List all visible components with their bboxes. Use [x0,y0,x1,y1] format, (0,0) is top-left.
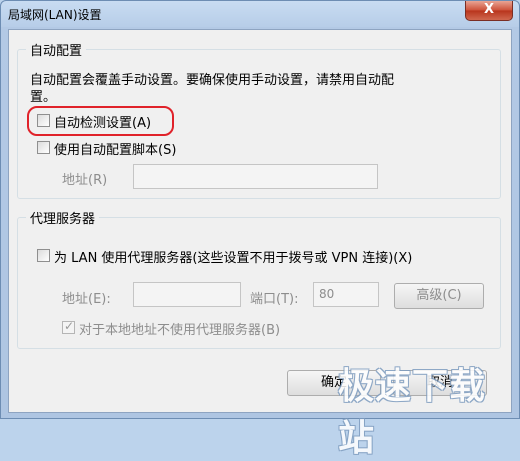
proxy-address-input[interactable] [133,282,241,307]
use-proxy-checkbox[interactable] [37,249,50,262]
bypass-local-checkbox[interactable]: ✓ [62,319,75,334]
bypass-local-label[interactable]: 对于本地地址不使用代理服务器(B) [79,319,280,338]
use-script-label[interactable]: 使用自动配置脚本(S) [54,139,176,158]
window-title: 局域网(LAN)设置 [8,8,102,22]
proxy-group-title: 代理服务器 [26,208,100,227]
dialog-body: 自动配置 自动配置会覆盖手动设置。要确保使用手动设置，请禁用自动配 置。 自动检… [8,29,512,413]
proxy-port-label: 端口(T): [250,292,299,307]
checkmark-icon: ✓ [64,319,75,333]
lan-settings-window: 局域网(LAN)设置 X 自动配置 自动配置会覆盖手动设置。要确保使用手动设置，… [0,0,520,459]
auto-config-description-line2: 置。 [30,90,57,105]
use-script-checkbox[interactable] [37,141,50,154]
watermark-logo: 极速下载站 [338,366,487,459]
use-proxy-label[interactable]: 为 LAN 使用代理服务器(这些设置不用于拨号或 VPN 连接)(X) [54,247,412,266]
advanced-button[interactable]: 高级(C) [394,283,484,309]
auto-config-group-title: 自动配置 [26,40,87,59]
proxy-port-input[interactable]: 80 [313,282,379,307]
script-address-input[interactable] [133,164,378,189]
close-icon: X [483,2,495,17]
highlight-annotation [27,106,174,136]
close-button[interactable]: X [465,1,513,21]
script-address-label: 地址(R) [62,173,108,188]
auto-config-description-line1: 自动配置会覆盖手动设置。要确保使用手动设置，请禁用自动配 [30,73,395,88]
proxy-address-label: 地址(E): [62,292,111,307]
title-bar[interactable]: 局域网(LAN)设置 X [1,1,519,27]
